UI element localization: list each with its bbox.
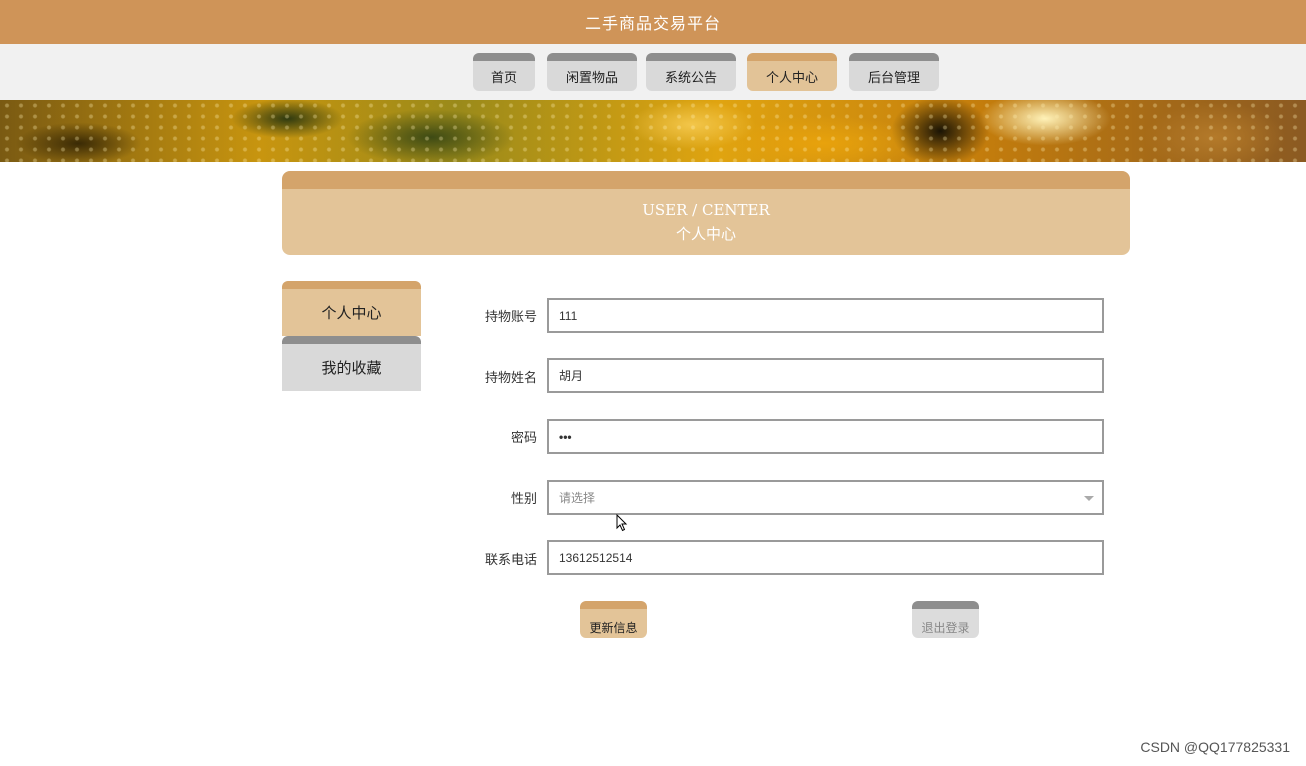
section-title-en: USER / CENTER <box>642 201 770 219</box>
password-input[interactable]: ••• <box>547 419 1104 454</box>
sidebar-item-favorites[interactable]: 我的收藏 <box>282 336 421 391</box>
phone-label: 联系电话 <box>484 553 537 568</box>
gender-label: 性别 <box>510 492 537 507</box>
nav-item-user-center[interactable]: 个人中心 <box>747 53 837 91</box>
phone-value: 13612512514 <box>559 550 633 565</box>
update-info-button[interactable]: 更新信息 <box>580 601 647 638</box>
nav-item-admin[interactable]: 后台管理 <box>849 53 939 91</box>
app-title: 二手商品交易平台 <box>584 14 721 33</box>
password-value: ••• <box>559 429 572 444</box>
gender-placeholder: 请选择 <box>559 491 596 505</box>
dropdown-arrow-icon <box>1084 496 1094 501</box>
account-label: 持物账号 <box>484 310 537 325</box>
nav-item-announcements[interactable]: 系统公告 <box>646 53 736 91</box>
password-label: 密码 <box>510 431 537 446</box>
banner-image <box>0 100 1306 162</box>
phone-input[interactable]: 13612512514 <box>547 540 1104 575</box>
nav-item-idle-goods[interactable]: 闲置物品 <box>547 53 637 91</box>
section-header: USER / CENTER 个人中心 <box>282 171 1130 255</box>
banner-texture <box>0 100 1306 162</box>
mouse-cursor-icon <box>616 514 628 532</box>
top-title-bar: 二手商品交易平台 <box>0 0 1306 44</box>
name-input[interactable]: 胡月 <box>547 358 1104 393</box>
nav-item-home[interactable]: 首页 <box>473 53 535 91</box>
sidebar-item-user-center[interactable]: 个人中心 <box>282 281 421 336</box>
logout-button[interactable]: 退出登录 <box>912 601 979 638</box>
name-label: 持物姓名 <box>484 371 537 386</box>
section-title-cn: 个人中心 <box>675 225 736 243</box>
account-input[interactable]: 111 <box>547 298 1104 333</box>
main-nav: 首页 闲置物品 系统公告 个人中心 后台管理 <box>0 44 1306 100</box>
account-value: 111 <box>559 308 578 323</box>
name-value: 胡月 <box>559 369 584 383</box>
watermark: CSDN @QQ177825331 <box>1140 739 1290 755</box>
gender-select[interactable]: 请选择 <box>547 480 1104 515</box>
